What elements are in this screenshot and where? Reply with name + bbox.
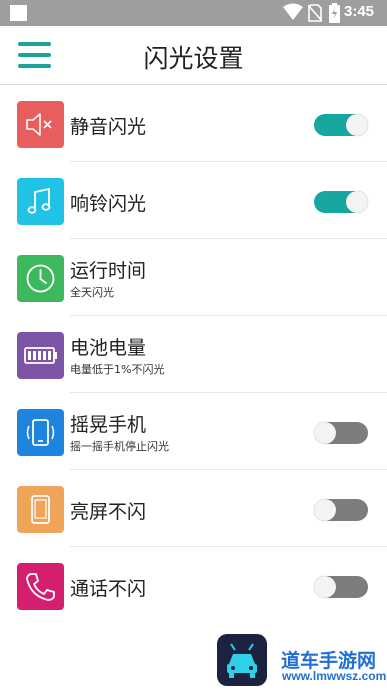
setting-row-battery[interactable]: 电池电量 电量低于1%不闪光 <box>0 316 387 393</box>
toggle-knob <box>346 191 368 213</box>
setting-row-run-time[interactable]: 运行时间 全天闪光 <box>0 239 387 316</box>
setting-subtitle: 电量低于1%不闪光 <box>70 363 165 376</box>
toggle-knob <box>314 422 336 444</box>
battery-charging-icon <box>329 3 340 23</box>
shake-phone-icon <box>17 409 64 456</box>
setting-subtitle: 全天闪光 <box>70 286 114 299</box>
screen-on-toggle[interactable] <box>314 499 368 521</box>
setting-subtitle: 摇一摇手机停止闪光 <box>70 440 169 453</box>
status-bar: 3:45 <box>0 0 387 26</box>
notification-icon <box>10 5 27 21</box>
clock-time: 3:45 <box>344 3 375 20</box>
ring-flash-toggle[interactable] <box>314 191 368 213</box>
toggle-knob <box>314 499 336 521</box>
battery-icon <box>17 332 64 379</box>
shake-phone-toggle[interactable] <box>314 422 368 444</box>
watermark-url: www.lmwwsz.com <box>282 669 387 683</box>
setting-title: 响铃闪光 <box>70 193 147 215</box>
setting-title: 亮屏不闪 <box>70 501 147 523</box>
setting-row-mute-flash[interactable]: 静音闪光 <box>0 85 387 162</box>
setting-row-ring-flash[interactable]: 响铃闪光 <box>0 162 387 239</box>
wifi-icon <box>283 3 303 20</box>
toggle-knob <box>314 576 336 598</box>
phone-call-icon <box>17 563 64 610</box>
clock-icon <box>17 255 64 302</box>
setting-title: 运行时间 <box>70 260 147 282</box>
setting-row-screen-on[interactable]: 亮屏不闪 <box>0 470 387 547</box>
setting-row-call[interactable]: 通话不闪 <box>0 547 387 624</box>
no-sim-icon <box>308 4 322 22</box>
setting-title: 静音闪光 <box>70 116 147 138</box>
setting-title: 摇晃手机 <box>70 414 147 436</box>
settings-list: 静音闪光 响铃闪光 运行时间 全天闪光 电池电量 电量低于1%不闪光 摇晃手机 … <box>0 85 387 624</box>
watermark-logo <box>217 634 267 686</box>
setting-row-shake-phone[interactable]: 摇晃手机 摇一摇手机停止闪光 <box>0 393 387 470</box>
setting-title: 通话不闪 <box>70 578 147 600</box>
mute-speaker-icon <box>17 101 64 148</box>
app-header: 闪光设置 <box>0 26 387 85</box>
mute-flash-toggle[interactable] <box>314 114 368 136</box>
music-note-icon <box>17 178 64 225</box>
call-toggle[interactable] <box>314 576 368 598</box>
page-title: 闪光设置 <box>143 44 244 73</box>
toggle-knob <box>346 114 368 136</box>
phone-screen-icon <box>17 486 64 533</box>
setting-title: 电池电量 <box>70 337 147 359</box>
